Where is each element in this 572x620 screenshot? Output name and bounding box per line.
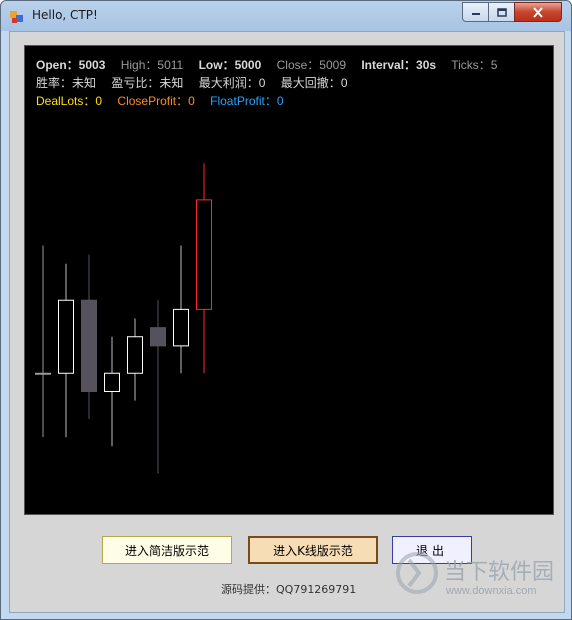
info-close: Close：5009 xyxy=(276,58,346,72)
minimize-icon xyxy=(471,13,480,15)
info-high: High：5011 xyxy=(120,58,184,72)
info-float-profit: FloatProfit：0 xyxy=(210,94,284,108)
app-icon xyxy=(10,11,23,23)
minimize-button[interactable] xyxy=(462,2,489,22)
info-interval: Interval：30s xyxy=(361,58,437,72)
maximize-icon xyxy=(496,7,507,17)
info-win-rate: 胜率：未知 xyxy=(36,76,97,90)
info-max-drawdown: 最大回撤：0 xyxy=(280,76,348,90)
watermark-logo-icon xyxy=(396,552,438,594)
window-title: Hello, CTP! xyxy=(32,8,98,22)
form-client-area: Open：5003 High：5011 Low：5000 Close：5009 … xyxy=(9,31,565,613)
position-info-row: DealLots：0 CloseProfit：0 FloatProfit：0 xyxy=(36,92,296,109)
info-max-profit: 最大利润：0 xyxy=(198,76,266,90)
title-bar[interactable]: Hello, CTP! xyxy=(1,1,571,31)
candle-body xyxy=(196,199,212,310)
watermark-title: 当下软件园 xyxy=(444,560,555,585)
kline-demo-button[interactable]: 进入K线版示范 xyxy=(248,536,378,564)
close-button[interactable] xyxy=(514,2,562,22)
candle-body xyxy=(173,308,189,347)
info-profit-loss-ratio: 盈亏比：未知 xyxy=(111,76,184,90)
info-close-profit: CloseProfit：0 xyxy=(117,94,195,108)
candle-body xyxy=(104,372,120,392)
info-open: Open：5003 xyxy=(36,58,106,72)
kline-chart-panel: Open：5003 High：5011 Low：5000 Close：5009 … xyxy=(24,45,554,515)
watermark-url: www.downxia.com xyxy=(446,585,537,597)
candlestick-chart xyxy=(35,163,212,474)
candle-body xyxy=(81,299,97,392)
info-low: Low：5000 xyxy=(198,58,262,72)
app-window: Hello, CTP! Open：5003 High：5011 Low：5000… xyxy=(0,0,572,620)
candle-body xyxy=(35,372,51,375)
close-icon xyxy=(533,6,543,18)
candle-body xyxy=(58,299,74,374)
source-credit: 源码提供：QQ791269791 xyxy=(221,583,357,596)
candle-body xyxy=(150,327,166,347)
maximize-button[interactable] xyxy=(488,2,515,22)
info-ticks: Ticks：5 xyxy=(451,58,498,72)
info-deal-lots: DealLots：0 xyxy=(36,94,103,108)
price-info-row: Open：5003 High：5011 Low：5000 Close：5009 … xyxy=(36,56,509,73)
stats-info-row: 胜率：未知 盈亏比：未知 最大利润：0 最大回撤：0 xyxy=(36,74,360,91)
simple-demo-button[interactable]: 进入简洁版示范 xyxy=(102,536,232,564)
candle-body xyxy=(127,336,143,374)
